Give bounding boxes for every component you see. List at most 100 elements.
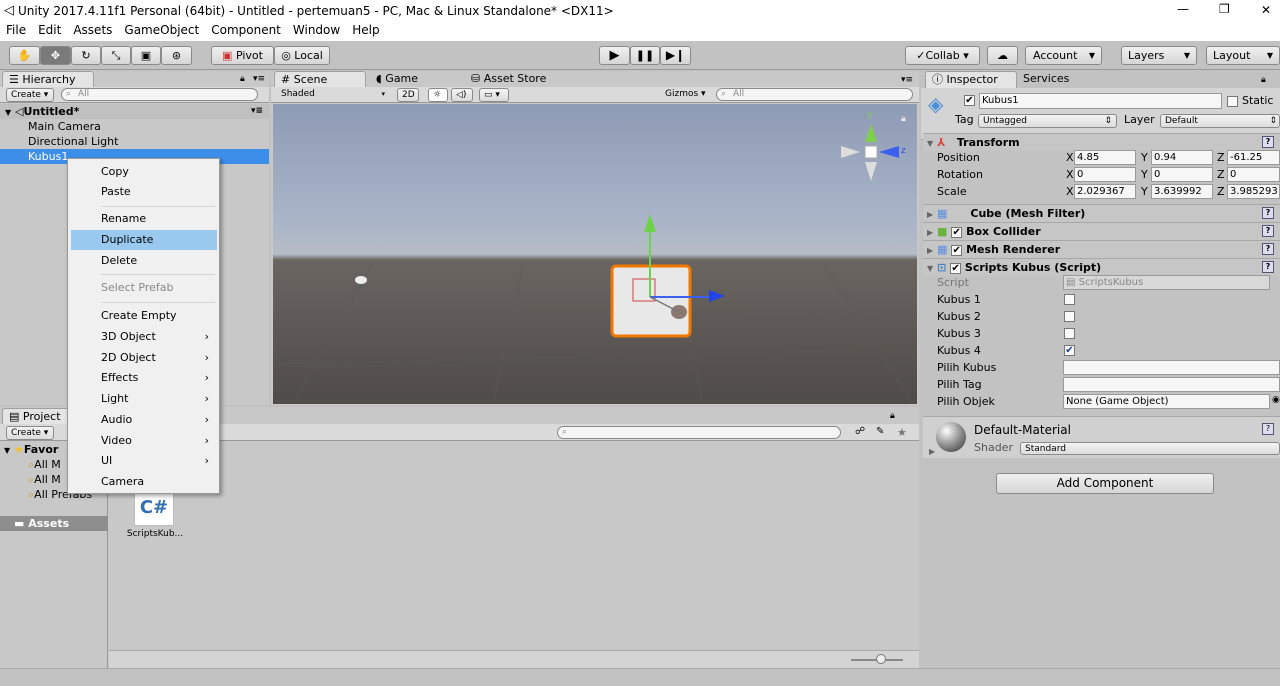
add-component-button[interactable]: Add Component [996, 473, 1214, 494]
audio-toggle[interactable]: ◁) [451, 88, 473, 102]
menu-item-audio[interactable]: Audio › [71, 410, 217, 430]
menu-edit[interactable]: Edit [32, 22, 67, 37]
help-icon[interactable]: ? [1262, 207, 1274, 219]
tab-game[interactable]: ◖ Game [370, 71, 460, 88]
x-label[interactable]: X [1066, 185, 1074, 199]
scene-root-row[interactable]: ▼ ◁Untitled* ▾≡ [0, 104, 269, 119]
position-z-field[interactable]: -61.25 [1227, 150, 1280, 165]
pivot-button[interactable]: ▣ Pivot [211, 46, 274, 65]
account-dropdown[interactable]: Account ▼ [1025, 46, 1102, 65]
layers-dropdown[interactable]: Layers ▼ [1121, 46, 1197, 65]
menu-item-light[interactable]: Light › [71, 389, 217, 409]
menu-gameobject[interactable]: GameObject [118, 22, 205, 37]
menu-component[interactable]: Component [205, 22, 287, 37]
2d-toggle[interactable]: 2D [397, 88, 419, 102]
scale-tool-button[interactable]: ⤡ [101, 46, 131, 65]
panel-menu-icon[interactable]: ▾≡ [253, 74, 265, 84]
menu-item-delete[interactable]: Delete [71, 251, 217, 271]
help-icon[interactable]: ? [1262, 225, 1274, 237]
menu-help[interactable]: Help [346, 22, 385, 37]
z-label[interactable]: Z [1217, 168, 1225, 182]
local-button[interactable]: ◎ Local [274, 46, 330, 65]
menu-item-ui[interactable]: UI › [71, 451, 217, 471]
y-label[interactable]: Y [1141, 168, 1148, 182]
hand-tool-button[interactable]: ✋ [9, 46, 40, 65]
tab-hierarchy[interactable]: ☰ Hierarchy [2, 71, 94, 88]
object-picker-icon[interactable]: ◉ [1272, 395, 1280, 405]
pilih-tag-field[interactable] [1063, 377, 1280, 392]
collab-button[interactable]: ✓Collab ▾ [905, 46, 980, 65]
close-button[interactable]: ✕ [1261, 3, 1271, 17]
rect-tool-button[interactable]: ▣ [131, 46, 161, 65]
scene-lock-icon[interactable]: 🔒︎ [901, 114, 906, 124]
transform-header[interactable]: ▼ ⅄ Transform? [923, 133, 1280, 151]
menu-item-video[interactable]: Video › [71, 431, 217, 451]
tab-asset-store[interactable]: ⛁ Asset Store [465, 71, 575, 88]
expand-arrow-icon[interactable]: ▶ [929, 445, 935, 459]
effects-dropdown[interactable]: ▭ ▾ [479, 88, 509, 102]
minimize-button[interactable]: — [1177, 2, 1189, 16]
favorite-star-icon[interactable]: ★ [897, 426, 907, 439]
project-create-button[interactable]: Create ▾ [6, 426, 54, 440]
menu-item-rename[interactable]: Rename [71, 209, 217, 229]
x-label[interactable]: X [1066, 151, 1074, 165]
filter-label-icon[interactable]: ✎ [876, 426, 884, 437]
object-name-field[interactable]: Kubus1 [979, 93, 1222, 109]
pilih-kubus-field[interactable] [1063, 360, 1280, 375]
menu-item-2d-object[interactable]: 2D Object › [71, 348, 217, 368]
kubus2-checkbox[interactable] [1064, 311, 1075, 322]
help-icon[interactable]: ? [1262, 136, 1274, 148]
cloud-button[interactable]: ☁ [987, 46, 1018, 65]
rotation-x-field[interactable]: 0 [1074, 167, 1136, 182]
help-icon[interactable]: ? [1262, 243, 1274, 255]
kubus1-checkbox[interactable] [1064, 294, 1075, 305]
active-checkbox[interactable]: ✔ [964, 95, 975, 106]
mesh-renderer-header[interactable]: ▶ ▦ ✔ Mesh Renderer? [923, 240, 1280, 258]
tab-scene[interactable]: # Scene [274, 71, 366, 88]
project-search-input[interactable]: ⌕ [557, 426, 841, 439]
assets-folder-row[interactable]: ▬ Assets [0, 516, 108, 531]
kubus4-checkbox[interactable]: ✔ [1064, 345, 1075, 356]
lighting-toggle[interactable]: ☼ [428, 88, 448, 102]
rotation-z-field[interactable]: 0 [1227, 167, 1280, 182]
menu-file[interactable]: File [0, 22, 32, 37]
enabled-checkbox[interactable]: ✔ [951, 245, 963, 256]
shader-dropdown[interactable]: Standard [1020, 442, 1280, 455]
hierarchy-item-directional-light[interactable]: Directional Light [0, 134, 269, 149]
menu-assets[interactable]: Assets [67, 22, 118, 37]
kubus3-checkbox[interactable] [1064, 328, 1075, 339]
box-collider-header[interactable]: ▶ ■ ✔ Box Collider? [923, 222, 1280, 240]
position-y-field[interactable]: 0.94 [1151, 150, 1213, 165]
maximize-button[interactable]: ❐ [1219, 2, 1230, 16]
static-checkbox[interactable] [1227, 96, 1238, 107]
pilih-objek-field[interactable]: None (Game Object) [1063, 394, 1270, 409]
tag-dropdown[interactable]: Untagged ⇕ [978, 114, 1117, 128]
gizmos-dropdown[interactable]: Gizmos ▾ [661, 88, 713, 102]
scale-z-field[interactable]: 3.985293 [1227, 184, 1280, 199]
rotate-tool-button[interactable]: ↻ [71, 46, 101, 65]
scale-x-field[interactable]: 2.029367 [1074, 184, 1136, 199]
tab-inspector[interactable]: ⓘ Inspector [925, 71, 1017, 88]
menu-item-duplicate[interactable]: Duplicate [71, 230, 217, 250]
lock-icon[interactable]: 🔒︎ [240, 74, 245, 84]
z-label[interactable]: Z [1217, 185, 1225, 199]
scene-menu-icon[interactable]: ▾≡ [251, 104, 263, 119]
transform-tool-button[interactable]: ⊛ [161, 46, 192, 65]
y-label[interactable]: Y [1141, 185, 1148, 199]
tab-project[interactable]: ▤ Project [2, 408, 70, 425]
menu-item-3d-object[interactable]: 3D Object › [71, 327, 217, 347]
move-tool-button[interactable]: ✥ [40, 46, 71, 65]
help-icon[interactable]: ? [1262, 261, 1274, 273]
scene-viewport[interactable]: y z 🔒︎ [273, 104, 917, 404]
hierarchy-create-button[interactable]: Create ▾ [6, 88, 54, 102]
menu-item-copy[interactable]: Copy [71, 162, 217, 182]
shading-mode-dropdown[interactable]: Shaded ▾ [277, 88, 389, 102]
asset-item[interactable]: C# ScriptsKub... [124, 490, 186, 546]
enabled-checkbox[interactable]: ✔ [951, 227, 963, 238]
menu-item-paste[interactable]: Paste [71, 182, 217, 202]
filter-type-icon[interactable]: ☍ [855, 426, 865, 437]
hierarchy-search-input[interactable]: ⌕ All [61, 88, 258, 101]
rotation-y-field[interactable]: 0 [1151, 167, 1213, 182]
y-label[interactable]: Y [1141, 151, 1148, 165]
scale-y-field[interactable]: 3.639992 [1151, 184, 1213, 199]
